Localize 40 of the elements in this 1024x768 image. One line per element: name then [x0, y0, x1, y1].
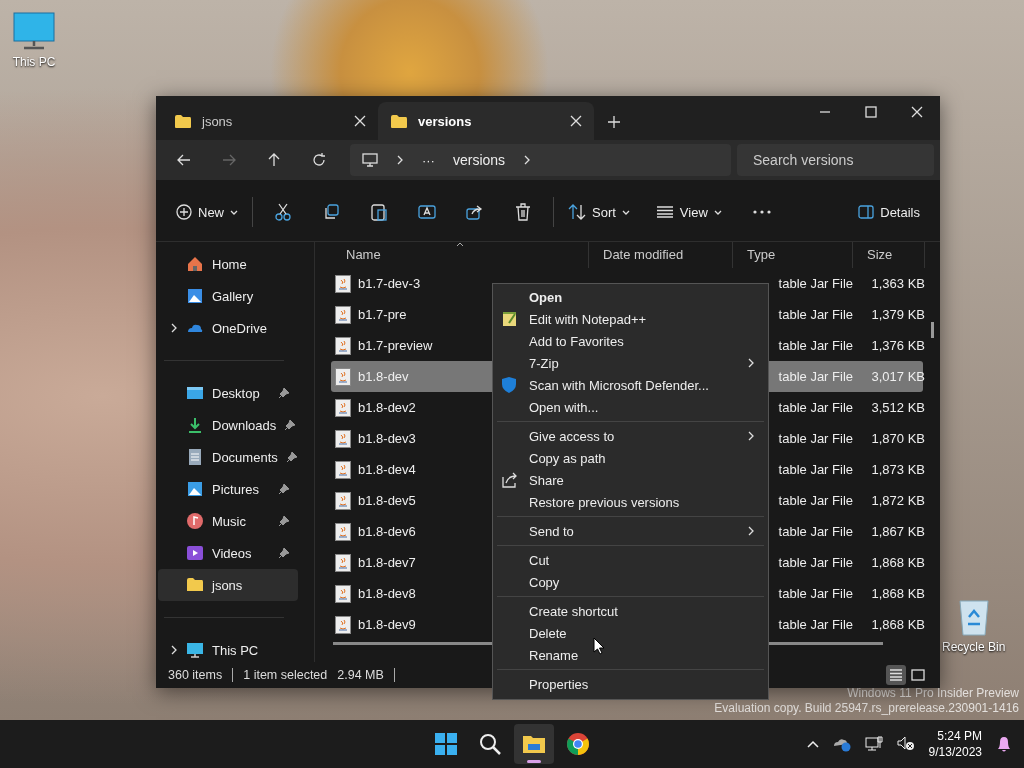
system-notice: Evaluation copy. Build 25947.rs_prerelease.230901-1416 [714, 701, 1019, 715]
type-cell: table Jar File [778, 462, 853, 477]
file-name: b1.8-dev [358, 369, 409, 384]
type-cell: table Jar File [778, 276, 853, 291]
file-name: b1.8-dev2 [358, 400, 416, 415]
file-name: b1.8-dev3 [358, 431, 416, 446]
type-cell: table Jar File [778, 586, 853, 601]
type-cell: table Jar File [778, 307, 853, 322]
type-cell: table Jar File [778, 617, 853, 632]
size-cell: 1,870 KB [871, 431, 925, 446]
size-cell: 1,868 KB [871, 555, 925, 570]
type-cell: table Jar File [778, 555, 853, 570]
size-cell: 1,379 KB [871, 307, 925, 322]
file-name: b1.8-dev5 [358, 493, 416, 508]
size-cell: 1,872 KB [871, 493, 925, 508]
size-cell: 1,363 KB [871, 276, 925, 291]
selection-info: 1 item selected [243, 668, 328, 682]
size-cell: 1,868 KB [871, 617, 925, 632]
item-count: 360 items [168, 668, 223, 682]
file-name: b1.8-dev8 [358, 586, 416, 601]
size-cell: 1,376 KB [871, 338, 925, 353]
file-name: b1.7-pre [358, 307, 407, 322]
file-name: b1.8-dev9 [358, 617, 416, 632]
type-cell: table Jar File [778, 431, 853, 446]
type-cell: table Jar File [778, 524, 853, 539]
file-name: b1.7-preview [358, 338, 433, 353]
type-cell: table Jar File [778, 493, 853, 508]
size-cell: 3,512 KB [871, 400, 925, 415]
system-notice: Windows 11 Pro Insider Preview [847, 686, 1019, 700]
file-name: b1.7-dev-3 [358, 276, 421, 291]
size-cell: 1,867 KB [871, 524, 925, 539]
selection-size: 2.94 MB [337, 668, 384, 682]
file-name: b1.8-dev7 [358, 555, 416, 570]
type-cell: table Jar File [778, 369, 853, 384]
type-cell: table Jar File [778, 338, 853, 353]
size-cell: 1,868 KB [871, 586, 925, 601]
file-name: b1.8-dev4 [358, 462, 416, 477]
type-cell: table Jar File [778, 400, 853, 415]
size-cell: 1,873 KB [871, 462, 925, 477]
file-name: b1.8-dev6 [358, 524, 416, 539]
